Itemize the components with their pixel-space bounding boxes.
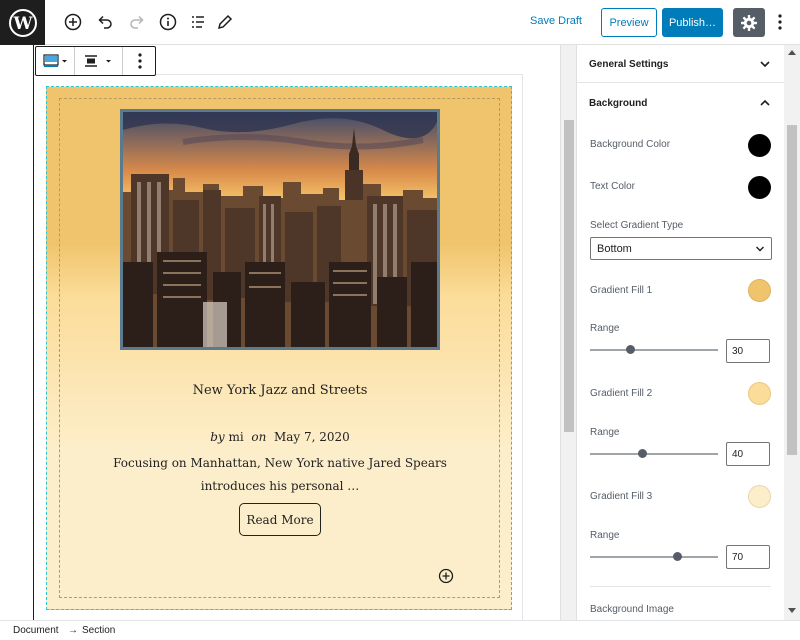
settings-gear-button[interactable] [733, 8, 765, 37]
background-image-label: Background Image [590, 604, 674, 615]
list-view-icon[interactable] [188, 12, 208, 32]
text-color-label: Text Color [590, 181, 636, 192]
block-breadcrumb: Document → Section [0, 620, 800, 640]
author-link[interactable]: mi [229, 430, 244, 444]
general-settings-panel-toggle[interactable]: General Settings [577, 45, 785, 83]
range-2-slider[interactable] [590, 449, 718, 458]
byline-on-text: on [251, 430, 267, 444]
save-draft-link[interactable]: Save Draft [530, 15, 582, 27]
panel-title: Background [589, 98, 648, 109]
wordpress-logo-icon[interactable]: W [0, 0, 45, 45]
post-excerpt: Focusing on Manhattan, New York native J… [113, 456, 447, 493]
range-2-label: Range [590, 427, 620, 438]
align-center-icon [85, 55, 111, 67]
range-3-slider[interactable] [590, 552, 718, 561]
gradient-fill-1-swatch[interactable] [748, 279, 771, 302]
svg-text:W: W [12, 14, 33, 34]
byline-by-text: by [210, 430, 225, 444]
redo-icon[interactable] [127, 12, 147, 32]
post-date: May 7, 2020 [273, 430, 350, 444]
panel-title: General Settings [589, 59, 669, 70]
chevron-up-icon [760, 99, 770, 106]
undo-icon[interactable] [95, 12, 115, 32]
gradient-fill-3-swatch[interactable] [748, 485, 771, 508]
breadcrumb-arrow-icon: → [68, 625, 78, 636]
gradient-fill-3-label: Gradient Fill 3 [590, 491, 653, 502]
range-1-handle[interactable] [626, 345, 635, 354]
background-panel-toggle[interactable]: Background [577, 84, 785, 122]
gradient-fill-2-swatch[interactable] [748, 382, 771, 405]
block-toolbar [35, 46, 156, 76]
gradient-fill-1-label: Gradient Fill 1 [590, 285, 653, 296]
canvas-scroll-thumb[interactable] [564, 120, 574, 432]
section-block-icon [43, 54, 67, 67]
preview-button[interactable]: Preview [601, 8, 657, 37]
breadcrumb-document[interactable]: Document [13, 625, 59, 636]
range-2-handle[interactable] [638, 449, 647, 458]
edit-pencil-icon[interactable] [215, 12, 235, 32]
section-block[interactable]: New York Jazz and Streets by mi on May 7… [46, 86, 512, 610]
post-featured-image[interactable] [120, 109, 440, 350]
add-block-icon[interactable] [63, 12, 83, 32]
sidebar-divider [590, 586, 771, 587]
gear-icon [741, 14, 757, 31]
add-inner-block-icon[interactable] [438, 568, 454, 584]
background-color-label: Background Color [590, 139, 671, 150]
post-byline: by mi on May 7, 2020 [47, 430, 513, 444]
range-3-handle[interactable] [673, 552, 682, 561]
alignment-dropdown[interactable] [76, 47, 120, 75]
range-2-input[interactable]: 40 [726, 442, 770, 466]
settings-sidebar: General Settings Background Background C… [576, 45, 785, 620]
read-more-button[interactable]: Read More [239, 503, 321, 536]
range-1-slider[interactable] [590, 345, 718, 354]
gradient-fill-2-label: Gradient Fill 2 [590, 388, 653, 399]
editor-header: W Save Draft Preview Publish… [0, 0, 800, 45]
text-color-swatch[interactable] [748, 176, 771, 199]
background-color-swatch[interactable] [748, 134, 771, 157]
block-more-options-icon[interactable] [124, 47, 155, 75]
gradient-type-value: Bottom [597, 242, 632, 255]
toolbar-divider [74, 47, 75, 75]
range-1-input[interactable]: 30 [726, 339, 770, 363]
info-icon[interactable] [158, 12, 178, 32]
toolbar-divider [122, 47, 123, 75]
scroll-down-arrow-icon[interactable] [788, 608, 796, 613]
post-title[interactable]: New York Jazz and Streets [47, 383, 513, 398]
sidebar-scrollbar[interactable] [784, 45, 800, 620]
chevron-down-icon [760, 61, 770, 68]
range-1-label: Range [590, 323, 620, 334]
range-3-input[interactable]: 70 [726, 545, 770, 569]
block-type-switcher[interactable] [39, 47, 73, 75]
scroll-up-arrow-icon[interactable] [788, 50, 796, 55]
canvas-scrollbar[interactable] [560, 45, 576, 620]
range-3-label: Range [590, 530, 620, 541]
more-options-icon[interactable] [772, 12, 788, 32]
chevron-down-icon [756, 246, 764, 252]
sidebar-scroll-thumb[interactable] [787, 125, 797, 455]
publish-button[interactable]: Publish… [662, 8, 723, 37]
breadcrumb-section[interactable]: Section [82, 625, 115, 636]
gradient-type-select[interactable]: Bottom [590, 237, 772, 260]
gradient-type-label: Select Gradient Type [590, 220, 684, 231]
